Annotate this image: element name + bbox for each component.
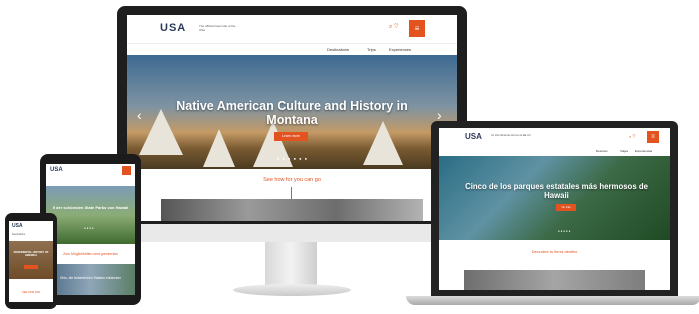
hero-button[interactable]: Learn more [274,132,308,141]
laptop: USA Un sitio oficial de turismo de EE.UU… [431,121,678,296]
desktop-screen: USA The official travel site of the USA … [127,15,457,221]
section-image [161,199,423,221]
carousel-prev-icon[interactable]: ‹ [137,107,142,123]
hero-title: MONUMENTAL HISTORY OF AMERICA [13,251,49,258]
hero-title: Cinco de los parques estatales más hermo… [465,182,648,200]
site-tagline: The official travel site of the USA [199,24,236,32]
carousel-dots[interactable]: ● ● ● ● ● [558,229,570,233]
hero-carousel[interactable]: Cinco de los parques estatales más hermo… [439,156,670,240]
section-image [464,270,645,290]
cta-link[interactable]: SEE HOW FAR [9,291,53,294]
nav-experiencias[interactable]: Experiencias [635,149,652,153]
hamburger-menu-button[interactable]: ≡ [409,20,425,37]
hero-title: Native American Culture and History in M… [176,99,408,127]
hero-title: 5 der schönsten State Parks von Hawaii [52,205,129,210]
phone-screen: USA Destinations MONUMENTAL HISTORY OF A… [9,221,53,302]
section-heading: Descubre tu tierra destino [531,249,578,254]
hero-button[interactable]: Ver más [556,204,576,211]
desktop-monitor: USA The official travel site of the USA … [117,6,467,242]
hamburger-menu-button[interactable] [122,166,131,175]
usa-logo[interactable]: USA [12,223,23,229]
usa-logo[interactable]: USA [160,22,186,34]
tipi-image [363,121,403,165]
nav-destinos[interactable]: Destinos [596,149,608,153]
nav-trips[interactable]: Trips [367,47,376,52]
section-heading: Zum Möglichkeiten sind grenzenlos [63,252,118,256]
monitor-stand [265,242,317,288]
nav-experiences[interactable]: Experiences [389,47,411,52]
monitor-chin [117,224,467,242]
laptop-base [406,296,699,305]
section-heading: See how for you can go [263,177,321,183]
hero-button[interactable] [24,265,38,269]
tipi-image [203,129,235,167]
search-icon[interactable]: ⌕ ♡ [389,24,399,31]
phone-subtitle: Destinations [12,233,26,236]
nav-viajes[interactable]: Viajes [620,149,628,153]
monitor-base [233,284,351,296]
usa-logo[interactable]: USA [50,167,63,173]
hamburger-menu-button[interactable]: ≡ [647,131,659,143]
site-tagline: Un sitio oficial de turismo de EE.UU. [491,134,532,137]
usa-logo[interactable]: USA [465,132,482,141]
desktop-header: USA The official travel site of the USA … [127,15,457,43]
hero-carousel[interactable]: ‹ › Native American Culture and History … [127,55,457,169]
nav-destinations[interactable]: Destinations [327,47,349,52]
laptop-screen: USA Un sitio oficial de turismo de EE.UU… [439,128,670,290]
hero-carousel[interactable]: 5 der schönsten State Parks von Hawaii ●… [46,186,135,244]
tablet-screen: USA 5 der schönsten State Parks von Hawa… [46,164,135,295]
search-icon[interactable]: ⌕ ♡ [629,134,635,139]
carousel-dots[interactable]: ● ● ● ● ● ● [277,156,308,161]
phone: USA Destinations MONUMENTAL HISTORY OF A… [5,213,57,309]
section-caption: Ohio, die farbenfrohen Staaten entdecken [59,276,122,280]
carousel-dots[interactable]: ● ● ● ● [84,226,94,230]
hero-carousel[interactable]: MONUMENTAL HISTORY OF AMERICA [9,241,53,279]
